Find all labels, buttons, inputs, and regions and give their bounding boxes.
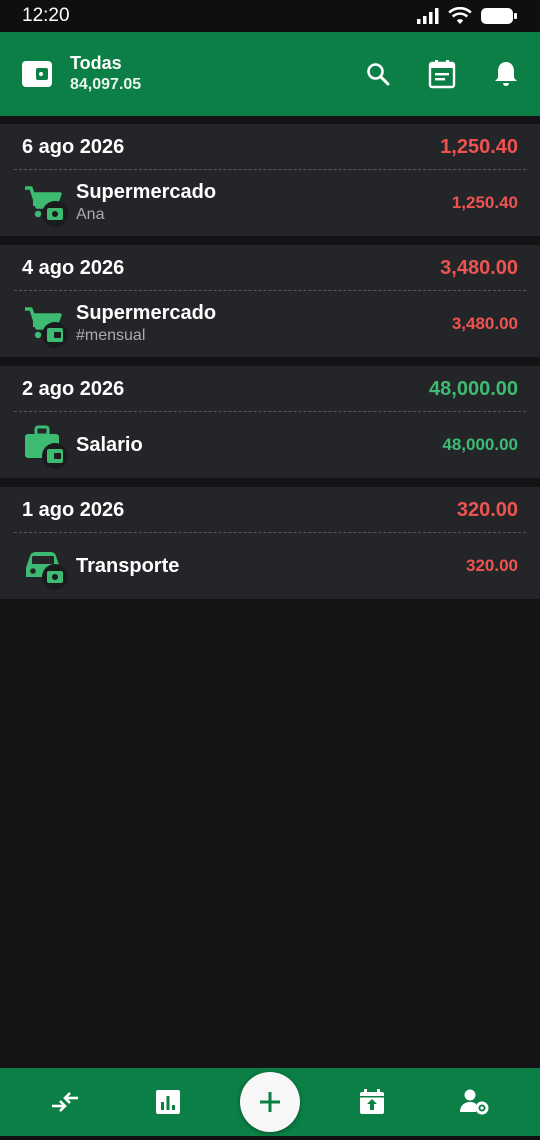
day-header: 6 ago 2026 1,250.40 xyxy=(0,124,540,170)
bottom-nav xyxy=(0,1068,540,1136)
account-selector[interactable]: Todas 84,097.05 xyxy=(70,52,141,96)
day-group: 6 ago 2026 1,250.40 Supermercado Ana 1,2… xyxy=(0,124,540,236)
account-settings-button[interactable] xyxy=(445,1072,505,1132)
transaction-row[interactable]: Supermercado #mensual 3,480.00 xyxy=(0,291,540,357)
transaction-text: Salario xyxy=(76,433,143,457)
category-badge xyxy=(22,544,68,590)
day-date: 1 ago 2026 xyxy=(22,498,125,521)
bar-chart-icon xyxy=(155,1090,180,1114)
search-button[interactable] xyxy=(364,60,392,88)
status-time: 12:20 xyxy=(22,5,70,26)
transaction-subtitle: Ana xyxy=(76,206,105,223)
day-group: 4 ago 2026 3,480.00 Supermercado #mensua… xyxy=(0,245,540,357)
status-icons xyxy=(416,7,518,25)
day-header: 4 ago 2026 3,480.00 xyxy=(0,245,540,291)
transfer-arrows-icon xyxy=(52,1092,79,1112)
category-badge xyxy=(22,423,68,469)
transaction-amount: 48,000.00 xyxy=(442,435,518,454)
transaction-subtitle: #mensual xyxy=(76,327,146,344)
app-header: Todas 84,097.05 xyxy=(0,32,540,116)
calendar-button[interactable] xyxy=(428,60,456,89)
day-date: 4 ago 2026 xyxy=(22,256,125,279)
add-transaction-button[interactable] xyxy=(239,1072,300,1132)
transaction-text: Transporte xyxy=(76,554,179,578)
wifi-icon xyxy=(448,7,472,24)
bell-icon xyxy=(495,62,517,86)
transaction-amount: 3,480.00 xyxy=(451,314,518,333)
transaction-title: Salario xyxy=(76,434,143,456)
day-date: 2 ago 2026 xyxy=(22,377,125,400)
transaction-amount: 320.00 xyxy=(466,556,518,575)
gesture-bar xyxy=(0,1136,540,1140)
day-total: 1,250.40 xyxy=(440,135,518,158)
transaction-title: Supermercado xyxy=(76,302,217,324)
wallet-icon xyxy=(42,443,68,469)
day-group: 1 ago 2026 320.00 Transporte 320.00 xyxy=(0,487,540,599)
transaction-title: Supermercado xyxy=(76,181,217,203)
day-date: 6 ago 2026 xyxy=(22,135,125,158)
plus-icon xyxy=(259,1092,280,1112)
signal-icon xyxy=(417,8,439,24)
day-total: 320.00 xyxy=(456,498,518,521)
header-actions xyxy=(364,60,520,89)
status-bar: 12:20 xyxy=(0,0,540,32)
transaction-text: Supermercado Ana xyxy=(76,180,216,226)
calendar-upload-icon xyxy=(360,1089,385,1114)
category-badge xyxy=(22,181,68,227)
battery-icon xyxy=(481,8,517,24)
notifications-button[interactable] xyxy=(492,60,520,88)
stats-button[interactable] xyxy=(138,1072,198,1132)
account-name: Todas xyxy=(70,53,122,73)
day-total: 48,000.00 xyxy=(429,377,518,400)
scheduled-button[interactable] xyxy=(342,1072,402,1132)
day-header: 1 ago 2026 320.00 xyxy=(0,487,540,533)
transaction-row[interactable]: Salario 48,000.00 xyxy=(0,412,540,478)
cash-icon xyxy=(42,201,68,227)
category-badge xyxy=(22,302,68,348)
wallet-icon xyxy=(42,322,68,348)
account-balance: 84,097.05 xyxy=(70,76,142,93)
transfer-button[interactable] xyxy=(35,1072,95,1132)
day-group: 2 ago 2026 48,000.00 Salario 48,000.00 xyxy=(0,366,540,478)
day-header: 2 ago 2026 48,000.00 xyxy=(0,366,540,412)
cash-icon xyxy=(42,564,68,590)
transaction-amount: 1,250.40 xyxy=(451,193,518,212)
transaction-text: Supermercado #mensual xyxy=(76,301,216,347)
transaction-row[interactable]: Supermercado Ana 1,250.40 xyxy=(0,170,540,236)
wallet-icon[interactable] xyxy=(20,57,54,91)
day-total: 3,480.00 xyxy=(440,256,518,279)
user-settings-icon xyxy=(459,1089,489,1115)
transaction-row[interactable]: Transporte 320.00 xyxy=(0,533,540,599)
search-icon xyxy=(367,63,390,86)
calendar-icon xyxy=(428,60,456,89)
transaction-title: Transporte xyxy=(76,555,180,577)
